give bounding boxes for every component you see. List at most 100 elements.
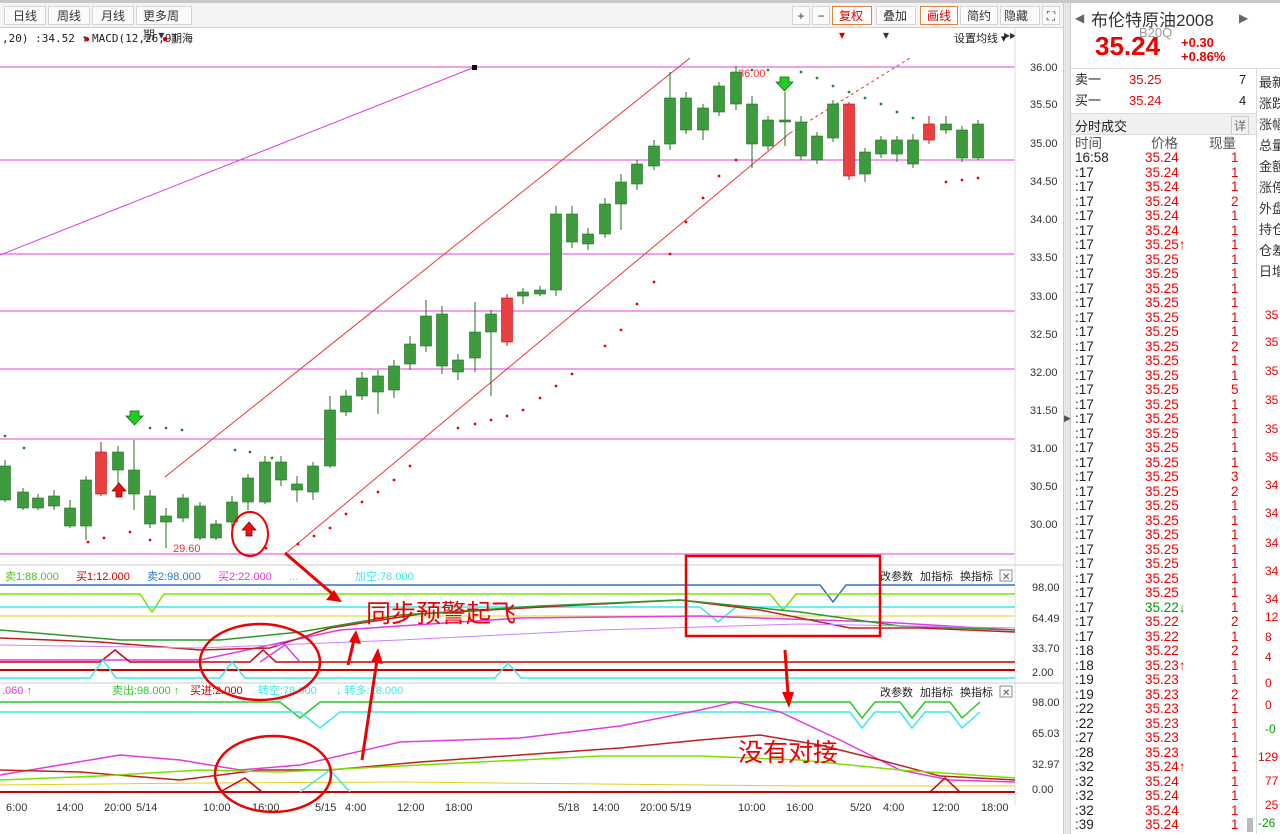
candle-body — [972, 123, 984, 159]
zoom-in-button[interactable]: + — [792, 6, 810, 25]
sync-annotation-text: 同步预警起飞 — [366, 600, 516, 628]
candle-body — [779, 119, 791, 123]
side-value: 77 — [1265, 774, 1279, 788]
sub1-edit-params-button[interactable]: 改参数 — [880, 569, 913, 583]
scrollbar-thumb[interactable] — [1247, 818, 1253, 832]
overlay-dropdown[interactable]: 叠加 ▾ — [876, 6, 916, 42]
price-tick: 33.00 — [1030, 291, 1058, 303]
tick-volume: 3 — [1231, 469, 1239, 484]
tick-volume: 1 — [1231, 280, 1239, 296]
candle-body — [582, 233, 594, 245]
kline-chart[interactable]: ,20) :34.52 ↑ ● MACD(12,26,9) ● 期海 设置均线 … — [0, 28, 1063, 834]
tick-price: 35.25 — [1145, 280, 1179, 296]
tick-volume: 2 — [1231, 193, 1239, 209]
sub1-tick: 64.49 — [1032, 613, 1060, 625]
tick-time: :17 — [1075, 527, 1094, 542]
candle-body — [923, 123, 935, 141]
tick-time: :17 — [1075, 193, 1094, 209]
candle-body — [907, 139, 919, 165]
candle-body — [436, 313, 448, 367]
candle-body — [80, 479, 92, 527]
next-symbol-icon[interactable]: ▶ — [1239, 11, 1248, 25]
sub2-close-glyph: ✕ — [1002, 688, 1010, 699]
draw-line-button[interactable]: 画线 — [920, 6, 958, 25]
tick-time: :39 — [1075, 817, 1094, 832]
tick-time: :17 — [1075, 266, 1094, 281]
side-value: -26 — [1258, 816, 1276, 830]
side-value: 129 — [1258, 750, 1279, 764]
sub2-tick: 0.00 — [1032, 784, 1053, 796]
sub1-add-indicator-button[interactable]: 加指标 — [920, 569, 953, 583]
price-tick: 35.00 — [1030, 138, 1058, 150]
tick-price: 35.24 — [1145, 788, 1179, 803]
trend-line-handle[interactable] — [472, 65, 477, 70]
sell1-price: 35.25 — [1129, 72, 1162, 87]
adjust-dropdown[interactable]: 复权 ▾ — [832, 6, 872, 42]
fullscreen-icon[interactable]: ⛶ — [1042, 6, 1060, 25]
tick-time: :18 — [1075, 657, 1094, 673]
tick-price: 35.25 — [1145, 338, 1179, 354]
candle-body — [388, 365, 400, 391]
tick-volume: 1 — [1231, 788, 1239, 803]
period-day-button[interactable]: 日线 — [4, 6, 46, 25]
tick-volume: 1 — [1231, 672, 1239, 687]
sar-dot — [296, 542, 300, 546]
period-month-button[interactable]: 月线 — [92, 6, 134, 25]
tick-volume: 1 — [1231, 715, 1239, 731]
ticks-title-bar: 分时成交 详 — [1071, 113, 1256, 135]
prev-symbol-icon[interactable]: ◀ — [1075, 11, 1084, 25]
sar-dot — [847, 90, 851, 94]
sub1-tick: 98.00 — [1032, 582, 1060, 594]
buy1-label: 买一 — [1075, 93, 1102, 108]
tick-price: 35.23 — [1145, 730, 1179, 745]
sar-dot — [392, 478, 396, 482]
zoom-out-button[interactable]: − — [812, 6, 830, 25]
sub2-add-indicator-button[interactable]: 加指标 — [920, 685, 953, 699]
sub2-tick: 65.03 — [1032, 728, 1060, 740]
hide-panel-button[interactable]: 隐藏 ▸▸ — [1000, 6, 1040, 42]
tick-volume: 1 — [1231, 251, 1239, 267]
period-week-button[interactable]: 周线 — [48, 6, 90, 25]
candle-body — [615, 181, 627, 205]
tick-time: :19 — [1075, 672, 1094, 687]
time-tick: 14:00 — [592, 802, 620, 814]
ticks-detail-button[interactable]: 详 — [1231, 116, 1250, 135]
price-tick: 30.00 — [1030, 519, 1058, 531]
sar-dot — [456, 426, 460, 430]
candle-body — [177, 497, 189, 519]
panel-splitter[interactable]: ▶ — [1063, 3, 1071, 834]
tick-price: 35.24 — [1145, 773, 1179, 789]
tick-price: 35.25 — [1145, 527, 1179, 542]
sub2-switch-indicator-button[interactable]: 换指标 — [960, 685, 993, 699]
futures-label[interactable]: 期海 — [171, 31, 193, 45]
tick-row: :17 35.25 1 — [1071, 324, 1256, 340]
tick-row: :17 35.25 1 — [1071, 512, 1256, 529]
sub1-switch-indicator-button[interactable]: 换指标 — [960, 569, 993, 583]
trend-line[interactable] — [0, 66, 476, 256]
simple-mode-button[interactable]: 简约 — [960, 6, 998, 25]
more-periods-dropdown[interactable]: 更多周期 ▾ — [136, 6, 192, 42]
tick-row: :17 35.25 1 — [1071, 266, 1256, 282]
set-ma-button[interactable]: 设置均线 ▾ — [954, 31, 1007, 45]
candle-body — [517, 291, 529, 297]
detail-column: 最新涨跌涨幅总量金额涨停外盘持仓仓差日增 35 35 35 35 35 35 34 34 34 3… — [1256, 68, 1280, 834]
sub1-close-glyph: ✕ — [1002, 572, 1010, 583]
tick-time: :17 — [1075, 338, 1094, 354]
sar-dot — [102, 536, 106, 540]
sar-dot — [960, 178, 964, 182]
tick-price: 35.23↑ — [1145, 657, 1186, 673]
sub2-legend-item: 卖出:98.000 ↑ — [112, 683, 179, 697]
sub2-edit-params-button[interactable]: 改参数 — [880, 685, 913, 699]
sar-dot — [148, 426, 152, 430]
tick-row: :17 35.24 2 — [1071, 193, 1256, 210]
sar-dot — [831, 84, 835, 88]
sar-dot — [473, 422, 477, 426]
candle-body — [128, 469, 140, 495]
tick-row: :17 35.25↑ 1 — [1071, 237, 1256, 253]
tick-price: 35.25 — [1145, 512, 1179, 528]
candle-body — [469, 331, 481, 359]
candle-body — [875, 139, 887, 155]
sar-dot — [944, 180, 948, 184]
sar-dot — [164, 426, 168, 430]
tick-price: 35.25 — [1145, 541, 1179, 557]
